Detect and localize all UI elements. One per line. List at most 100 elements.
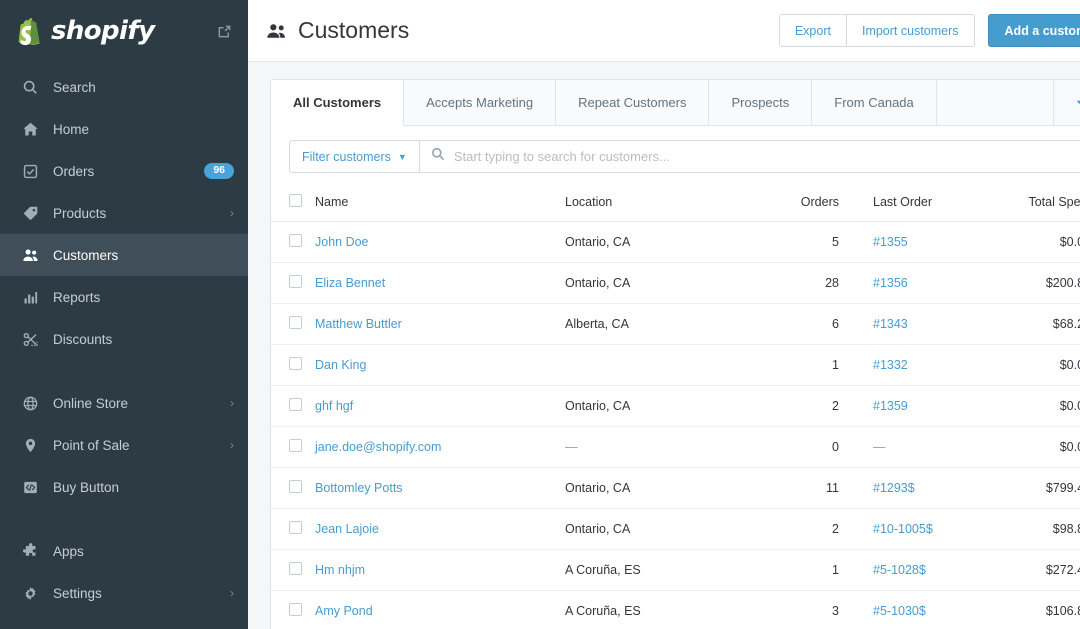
- table-row[interactable]: Matthew ButtlerAlberta, CA6#1343$68.26: [271, 304, 1080, 345]
- sidebar-item-apps[interactable]: Apps: [0, 530, 248, 572]
- tab-repeat-customers[interactable]: Repeat Customers: [556, 80, 709, 125]
- sidebar-item-label: Search: [53, 80, 96, 95]
- table-body: John DoeOntario, CA5#1355$0.00Eliza Benn…: [271, 222, 1080, 629]
- external-link-icon[interactable]: [217, 24, 232, 39]
- customers-table: Name Location Orders Last Order Total Sp…: [271, 185, 1080, 629]
- sidebar: shopify SearchHomeOrders96Products›Custo…: [0, 0, 248, 629]
- table-row[interactable]: Eliza BennetOntario, CA28#1356$200.87: [271, 263, 1080, 304]
- sidebar-item-label: Online Store: [53, 396, 128, 411]
- shopify-bag-icon: [18, 16, 44, 46]
- sidebar-item-products[interactable]: Products›: [0, 192, 248, 234]
- customer-name-link[interactable]: Jean Lajoie: [315, 522, 379, 536]
- row-checkbox[interactable]: [289, 234, 302, 247]
- sidebar-item-customers[interactable]: Customers: [0, 234, 248, 276]
- last-order-link[interactable]: #1343: [873, 317, 908, 331]
- column-header-orders[interactable]: Orders: [743, 185, 839, 222]
- last-order-link[interactable]: #10-1005$: [873, 522, 933, 536]
- customer-name-link[interactable]: Bottomley Potts: [315, 481, 403, 495]
- last-order-link[interactable]: #5-1030$: [873, 604, 926, 618]
- column-header-last-order[interactable]: Last Order: [839, 185, 969, 222]
- row-checkbox[interactable]: [289, 357, 302, 370]
- row-checkbox[interactable]: [289, 316, 302, 329]
- column-header-location[interactable]: Location: [565, 185, 743, 222]
- row-checkbox[interactable]: [289, 398, 302, 411]
- column-header-name[interactable]: Name: [315, 185, 565, 222]
- import-customers-button[interactable]: Import customers: [847, 14, 975, 47]
- row-checkbox[interactable]: [289, 603, 302, 616]
- add-customer-button[interactable]: Add a customer: [988, 14, 1080, 47]
- tab-from-canada[interactable]: From Canada: [812, 80, 936, 125]
- tab-accepts-marketing[interactable]: Accepts Marketing: [404, 80, 556, 125]
- customer-name-link[interactable]: Matthew Buttler: [315, 317, 402, 331]
- last-order-link[interactable]: #1293$: [873, 481, 915, 495]
- sidebar-badge-orders: 96: [204, 163, 234, 180]
- sidebar-item-buy-button[interactable]: Buy Button: [0, 466, 248, 508]
- export-button[interactable]: Export: [779, 14, 847, 47]
- last-order-link[interactable]: #1359: [873, 399, 908, 413]
- row-checkbox-cell: [271, 591, 315, 629]
- filter-customers-button[interactable]: Filter customers ▼: [289, 140, 419, 173]
- cell-name: Jean Lajoie: [315, 509, 565, 550]
- cell-location: Alberta, CA: [565, 304, 743, 345]
- row-checkbox[interactable]: [289, 480, 302, 493]
- row-checkbox-cell: [271, 304, 315, 345]
- sidebar-item-home[interactable]: Home: [0, 108, 248, 150]
- customer-name-link[interactable]: John Doe: [315, 235, 369, 249]
- sidebar-item-label: Apps: [53, 544, 84, 559]
- sidebar-item-label: Orders: [53, 164, 94, 179]
- cell-location: Ontario, CA: [565, 386, 743, 427]
- sidebar-item-online-store[interactable]: Online Store›: [0, 382, 248, 424]
- cell-orders: 3: [743, 591, 839, 629]
- last-order-link[interactable]: #5-1028$: [873, 563, 926, 577]
- customer-name-link[interactable]: jane.doe@shopify.com: [315, 440, 441, 454]
- cell-total-spent: $0.00: [969, 386, 1080, 427]
- cell-orders: 11: [743, 468, 839, 509]
- tab-prospects[interactable]: Prospects: [709, 80, 812, 125]
- customer-name-link[interactable]: Hm nhjm: [315, 563, 365, 577]
- cell-last-order: #1359: [839, 386, 969, 427]
- sidebar-item-settings[interactable]: Settings›: [0, 572, 248, 614]
- table-row[interactable]: Bottomley PottsOntario, CA11#1293$$799.4…: [271, 468, 1080, 509]
- row-checkbox[interactable]: [289, 562, 302, 575]
- select-all-checkbox[interactable]: [289, 194, 302, 207]
- sidebar-item-point-of-sale[interactable]: Point of Sale›: [0, 424, 248, 466]
- home-icon: [20, 121, 40, 138]
- sidebar-item-orders[interactable]: Orders 96: [0, 150, 248, 192]
- search-icon: [20, 79, 40, 96]
- customer-name-link[interactable]: Amy Pond: [315, 604, 373, 618]
- table-header-row: Name Location Orders Last Order Total Sp…: [271, 185, 1080, 222]
- last-order-link[interactable]: #1332: [873, 358, 908, 372]
- table-row[interactable]: ghf hgfOntario, CA2#1359$0.00: [271, 386, 1080, 427]
- row-checkbox[interactable]: [289, 275, 302, 288]
- table-row[interactable]: Jean LajoieOntario, CA2#10-1005$$98.82: [271, 509, 1080, 550]
- page-title: Customers: [298, 17, 409, 44]
- tab-all-customers[interactable]: All Customers: [271, 80, 404, 126]
- customer-name-link[interactable]: ghf hgf: [315, 399, 353, 413]
- sidebar-item-label: Home: [53, 122, 89, 137]
- column-header-total-spent[interactable]: Total Spent: [969, 185, 1080, 222]
- row-checkbox[interactable]: [289, 521, 302, 534]
- sidebar-item-search[interactable]: Search: [0, 66, 248, 108]
- cell-last-order: #1356: [839, 263, 969, 304]
- table-row[interactable]: jane.doe@shopify.com—0—$0.00: [271, 427, 1080, 468]
- globe-icon: [20, 395, 40, 412]
- tabs-more-button[interactable]: [1053, 80, 1080, 125]
- customer-name-link[interactable]: Eliza Bennet: [315, 276, 385, 290]
- puzzle-icon: [20, 543, 40, 560]
- cell-location: A Coruña, ES: [565, 591, 743, 629]
- sidebar-item-label: Customers: [53, 248, 118, 263]
- last-order-link[interactable]: #1356: [873, 276, 908, 290]
- table-row[interactable]: Hm nhjmA Coruña, ES1#5-1028$$272.40: [271, 550, 1080, 591]
- sidebar-item-discounts[interactable]: Discounts: [0, 318, 248, 360]
- search-input[interactable]: [454, 149, 1080, 164]
- customer-name-link[interactable]: Dan King: [315, 358, 366, 372]
- table-row[interactable]: John DoeOntario, CA5#1355$0.00: [271, 222, 1080, 263]
- sidebar-item-reports[interactable]: Reports: [0, 276, 248, 318]
- last-order-link[interactable]: #1355: [873, 235, 908, 249]
- table-row[interactable]: Amy PondA Coruña, ES3#5-1030$$106.80: [271, 591, 1080, 629]
- table-row[interactable]: Dan King1#1332$0.00: [271, 345, 1080, 386]
- search-box[interactable]: [419, 140, 1080, 173]
- orders-icon: [20, 163, 40, 180]
- row-checkbox[interactable]: [289, 439, 302, 452]
- cell-orders: 6: [743, 304, 839, 345]
